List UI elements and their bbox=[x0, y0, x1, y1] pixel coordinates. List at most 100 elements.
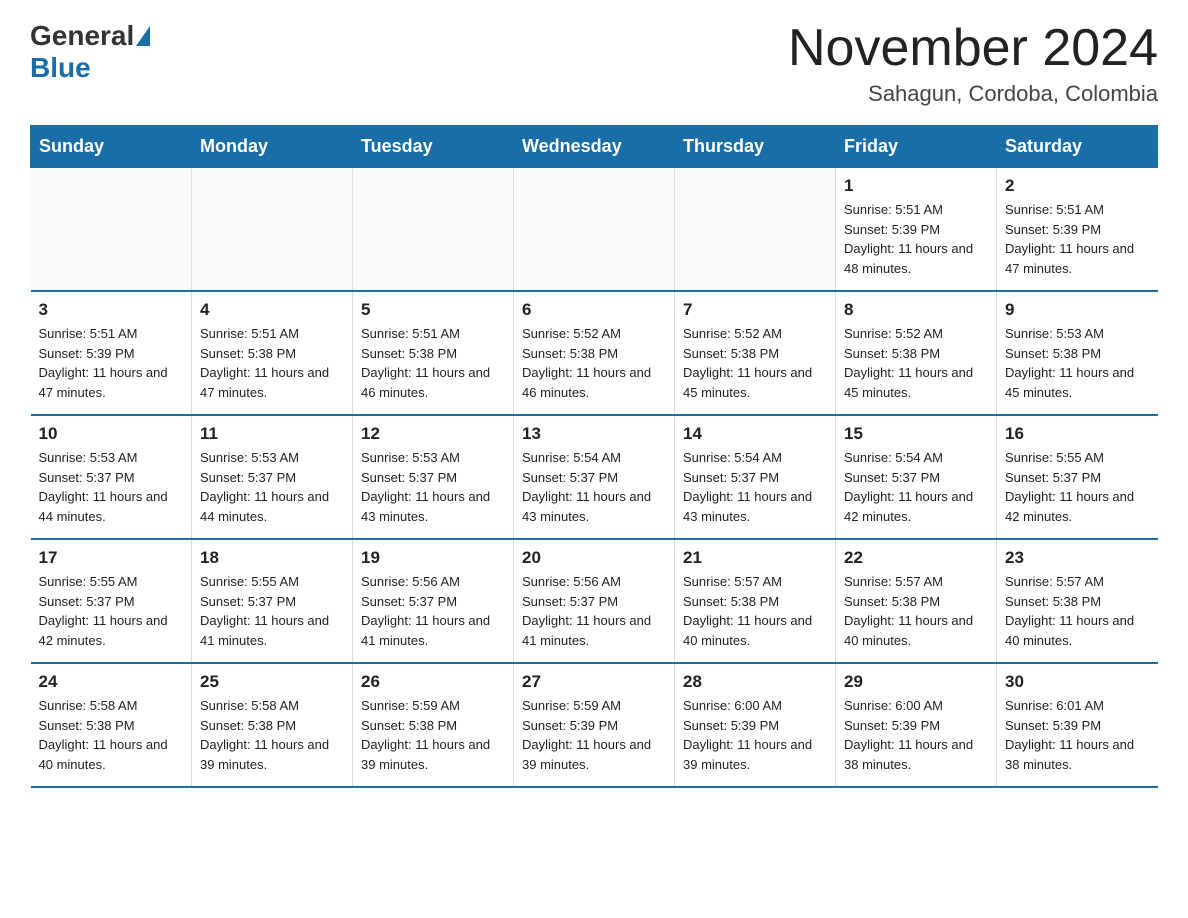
day-number: 10 bbox=[39, 424, 184, 444]
calendar-cell: 25 Sunrise: 5:58 AMSunset: 5:38 PMDayligh… bbox=[192, 663, 353, 787]
day-info: Sunrise: 5:51 AMSunset: 5:39 PMDaylight:… bbox=[39, 324, 184, 402]
logo-general-text: General bbox=[30, 20, 134, 52]
calendar-cell: 18 Sunrise: 5:55 AMSunset: 5:37 PMDayligh… bbox=[192, 539, 353, 663]
day-info: Sunrise: 5:53 AMSunset: 5:37 PMDaylight:… bbox=[361, 448, 505, 526]
day-info: Sunrise: 5:57 AMSunset: 5:38 PMDaylight:… bbox=[683, 572, 827, 650]
day-info: Sunrise: 5:52 AMSunset: 5:38 PMDaylight:… bbox=[844, 324, 988, 402]
calendar-cell: 30 Sunrise: 6:01 AMSunset: 5:39 PMDayligh… bbox=[997, 663, 1158, 787]
calendar-table: SundayMondayTuesdayWednesdayThursdayFrid… bbox=[30, 125, 1158, 788]
day-number: 26 bbox=[361, 672, 505, 692]
calendar-cell: 10 Sunrise: 5:53 AMSunset: 5:37 PMDayligh… bbox=[31, 415, 192, 539]
day-number: 15 bbox=[844, 424, 988, 444]
day-info: Sunrise: 5:56 AMSunset: 5:37 PMDaylight:… bbox=[361, 572, 505, 650]
day-number: 20 bbox=[522, 548, 666, 568]
day-number: 8 bbox=[844, 300, 988, 320]
day-number: 5 bbox=[361, 300, 505, 320]
calendar-week-row: 24 Sunrise: 5:58 AMSunset: 5:38 PMDayligh… bbox=[31, 663, 1158, 787]
day-info: Sunrise: 5:55 AMSunset: 5:37 PMDaylight:… bbox=[39, 572, 184, 650]
day-info: Sunrise: 5:51 AMSunset: 5:39 PMDaylight:… bbox=[844, 200, 988, 278]
calendar-cell: 16Sunrise: 5:55 AMSunset: 5:37 PMDayligh… bbox=[997, 415, 1158, 539]
calendar-cell: 22Sunrise: 5:57 AMSunset: 5:38 PMDayligh… bbox=[836, 539, 997, 663]
calendar-cell: 27 Sunrise: 5:59 AMSunset: 5:39 PMDayligh… bbox=[514, 663, 675, 787]
day-number: 1 bbox=[844, 176, 988, 196]
logo-triangle-icon bbox=[136, 26, 150, 46]
calendar-header-row: SundayMondayTuesdayWednesdayThursdayFrid… bbox=[31, 126, 1158, 168]
day-number: 9 bbox=[1005, 300, 1150, 320]
day-info: Sunrise: 5:58 AMSunset: 5:38 PMDaylight:… bbox=[200, 696, 344, 774]
calendar-cell: 29 Sunrise: 6:00 AMSunset: 5:39 PMDayligh… bbox=[836, 663, 997, 787]
calendar-cell: 8 Sunrise: 5:52 AMSunset: 5:38 PMDaylight… bbox=[836, 291, 997, 415]
calendar-cell: 28 Sunrise: 6:00 AMSunset: 5:39 PMDayligh… bbox=[675, 663, 836, 787]
day-number: 12 bbox=[361, 424, 505, 444]
calendar-cell bbox=[31, 168, 192, 292]
location-subtitle: Sahagun, Cordoba, Colombia bbox=[788, 81, 1158, 107]
day-info: Sunrise: 6:00 AMSunset: 5:39 PMDaylight:… bbox=[683, 696, 827, 774]
day-info: Sunrise: 5:59 AMSunset: 5:38 PMDaylight:… bbox=[361, 696, 505, 774]
day-info: Sunrise: 5:54 AMSunset: 5:37 PMDaylight:… bbox=[522, 448, 666, 526]
calendar-cell: 4Sunrise: 5:51 AMSunset: 5:38 PMDaylight… bbox=[192, 291, 353, 415]
day-number: 16 bbox=[1005, 424, 1150, 444]
day-info: Sunrise: 5:55 AMSunset: 5:37 PMDaylight:… bbox=[200, 572, 344, 650]
day-number: 19 bbox=[361, 548, 505, 568]
day-number: 24 bbox=[39, 672, 184, 692]
calendar-cell: 6Sunrise: 5:52 AMSunset: 5:38 PMDaylight… bbox=[514, 291, 675, 415]
calendar-cell: 17 Sunrise: 5:55 AMSunset: 5:37 PMDayligh… bbox=[31, 539, 192, 663]
calendar-cell: 12 Sunrise: 5:53 AMSunset: 5:37 PMDayligh… bbox=[353, 415, 514, 539]
day-number: 25 bbox=[200, 672, 344, 692]
calendar-cell bbox=[353, 168, 514, 292]
day-info: Sunrise: 6:01 AMSunset: 5:39 PMDaylight:… bbox=[1005, 696, 1150, 774]
calendar-cell: 7Sunrise: 5:52 AMSunset: 5:38 PMDaylight… bbox=[675, 291, 836, 415]
calendar-cell: 24 Sunrise: 5:58 AMSunset: 5:38 PMDayligh… bbox=[31, 663, 192, 787]
day-info: Sunrise: 5:52 AMSunset: 5:38 PMDaylight:… bbox=[683, 324, 827, 402]
calendar-header-tuesday: Tuesday bbox=[353, 126, 514, 168]
day-number: 2 bbox=[1005, 176, 1150, 196]
day-number: 23 bbox=[1005, 548, 1150, 568]
calendar-cell bbox=[192, 168, 353, 292]
calendar-cell: 3 Sunrise: 5:51 AMSunset: 5:39 PMDaylight… bbox=[31, 291, 192, 415]
calendar-cell: 13 Sunrise: 5:54 AMSunset: 5:37 PMDayligh… bbox=[514, 415, 675, 539]
calendar-header-wednesday: Wednesday bbox=[514, 126, 675, 168]
calendar-header-saturday: Saturday bbox=[997, 126, 1158, 168]
calendar-cell: 26 Sunrise: 5:59 AMSunset: 5:38 PMDayligh… bbox=[353, 663, 514, 787]
calendar-cell: 14 Sunrise: 5:54 AMSunset: 5:37 PMDayligh… bbox=[675, 415, 836, 539]
day-number: 29 bbox=[844, 672, 988, 692]
calendar-cell: 15 Sunrise: 5:54 AMSunset: 5:37 PMDayligh… bbox=[836, 415, 997, 539]
calendar-cell: 2Sunrise: 5:51 AMSunset: 5:39 PMDaylight… bbox=[997, 168, 1158, 292]
calendar-cell: 5Sunrise: 5:51 AMSunset: 5:38 PMDaylight… bbox=[353, 291, 514, 415]
day-number: 6 bbox=[522, 300, 666, 320]
day-number: 3 bbox=[39, 300, 184, 320]
page-header: General Blue November 2024 Sahagun, Cord… bbox=[30, 20, 1158, 107]
calendar-cell: 21 Sunrise: 5:57 AMSunset: 5:38 PMDayligh… bbox=[675, 539, 836, 663]
calendar-cell: 19 Sunrise: 5:56 AMSunset: 5:37 PMDayligh… bbox=[353, 539, 514, 663]
calendar-cell: 9 Sunrise: 5:53 AMSunset: 5:38 PMDaylight… bbox=[997, 291, 1158, 415]
day-info: Sunrise: 5:54 AMSunset: 5:37 PMDaylight:… bbox=[683, 448, 827, 526]
day-number: 17 bbox=[39, 548, 184, 568]
day-info: Sunrise: 5:53 AMSunset: 5:38 PMDaylight:… bbox=[1005, 324, 1150, 402]
day-info: Sunrise: 5:57 AMSunset: 5:38 PMDaylight:… bbox=[1005, 572, 1150, 650]
day-number: 14 bbox=[683, 424, 827, 444]
month-title: November 2024 bbox=[788, 20, 1158, 77]
calendar-week-row: 17 Sunrise: 5:55 AMSunset: 5:37 PMDayligh… bbox=[31, 539, 1158, 663]
calendar-week-row: 1 Sunrise: 5:51 AMSunset: 5:39 PMDaylight… bbox=[31, 168, 1158, 292]
day-number: 13 bbox=[522, 424, 666, 444]
day-info: Sunrise: 5:57 AMSunset: 5:38 PMDaylight:… bbox=[844, 572, 988, 650]
logo: General Blue bbox=[30, 20, 152, 84]
day-info: Sunrise: 5:56 AMSunset: 5:37 PMDaylight:… bbox=[522, 572, 666, 650]
calendar-header-thursday: Thursday bbox=[675, 126, 836, 168]
day-info: Sunrise: 5:54 AMSunset: 5:37 PMDaylight:… bbox=[844, 448, 988, 526]
logo-blue-text: Blue bbox=[30, 52, 91, 83]
day-number: 28 bbox=[683, 672, 827, 692]
day-number: 27 bbox=[522, 672, 666, 692]
calendar-cell bbox=[675, 168, 836, 292]
day-number: 21 bbox=[683, 548, 827, 568]
day-info: Sunrise: 5:58 AMSunset: 5:38 PMDaylight:… bbox=[39, 696, 184, 774]
calendar-cell: 23 Sunrise: 5:57 AMSunset: 5:38 PMDayligh… bbox=[997, 539, 1158, 663]
day-number: 18 bbox=[200, 548, 344, 568]
day-info: Sunrise: 5:53 AMSunset: 5:37 PMDaylight:… bbox=[39, 448, 184, 526]
day-number: 30 bbox=[1005, 672, 1150, 692]
day-info: Sunrise: 6:00 AMSunset: 5:39 PMDaylight:… bbox=[844, 696, 988, 774]
day-number: 11 bbox=[200, 424, 344, 444]
day-info: Sunrise: 5:53 AMSunset: 5:37 PMDaylight:… bbox=[200, 448, 344, 526]
calendar-week-row: 10 Sunrise: 5:53 AMSunset: 5:37 PMDayligh… bbox=[31, 415, 1158, 539]
day-info: Sunrise: 5:59 AMSunset: 5:39 PMDaylight:… bbox=[522, 696, 666, 774]
